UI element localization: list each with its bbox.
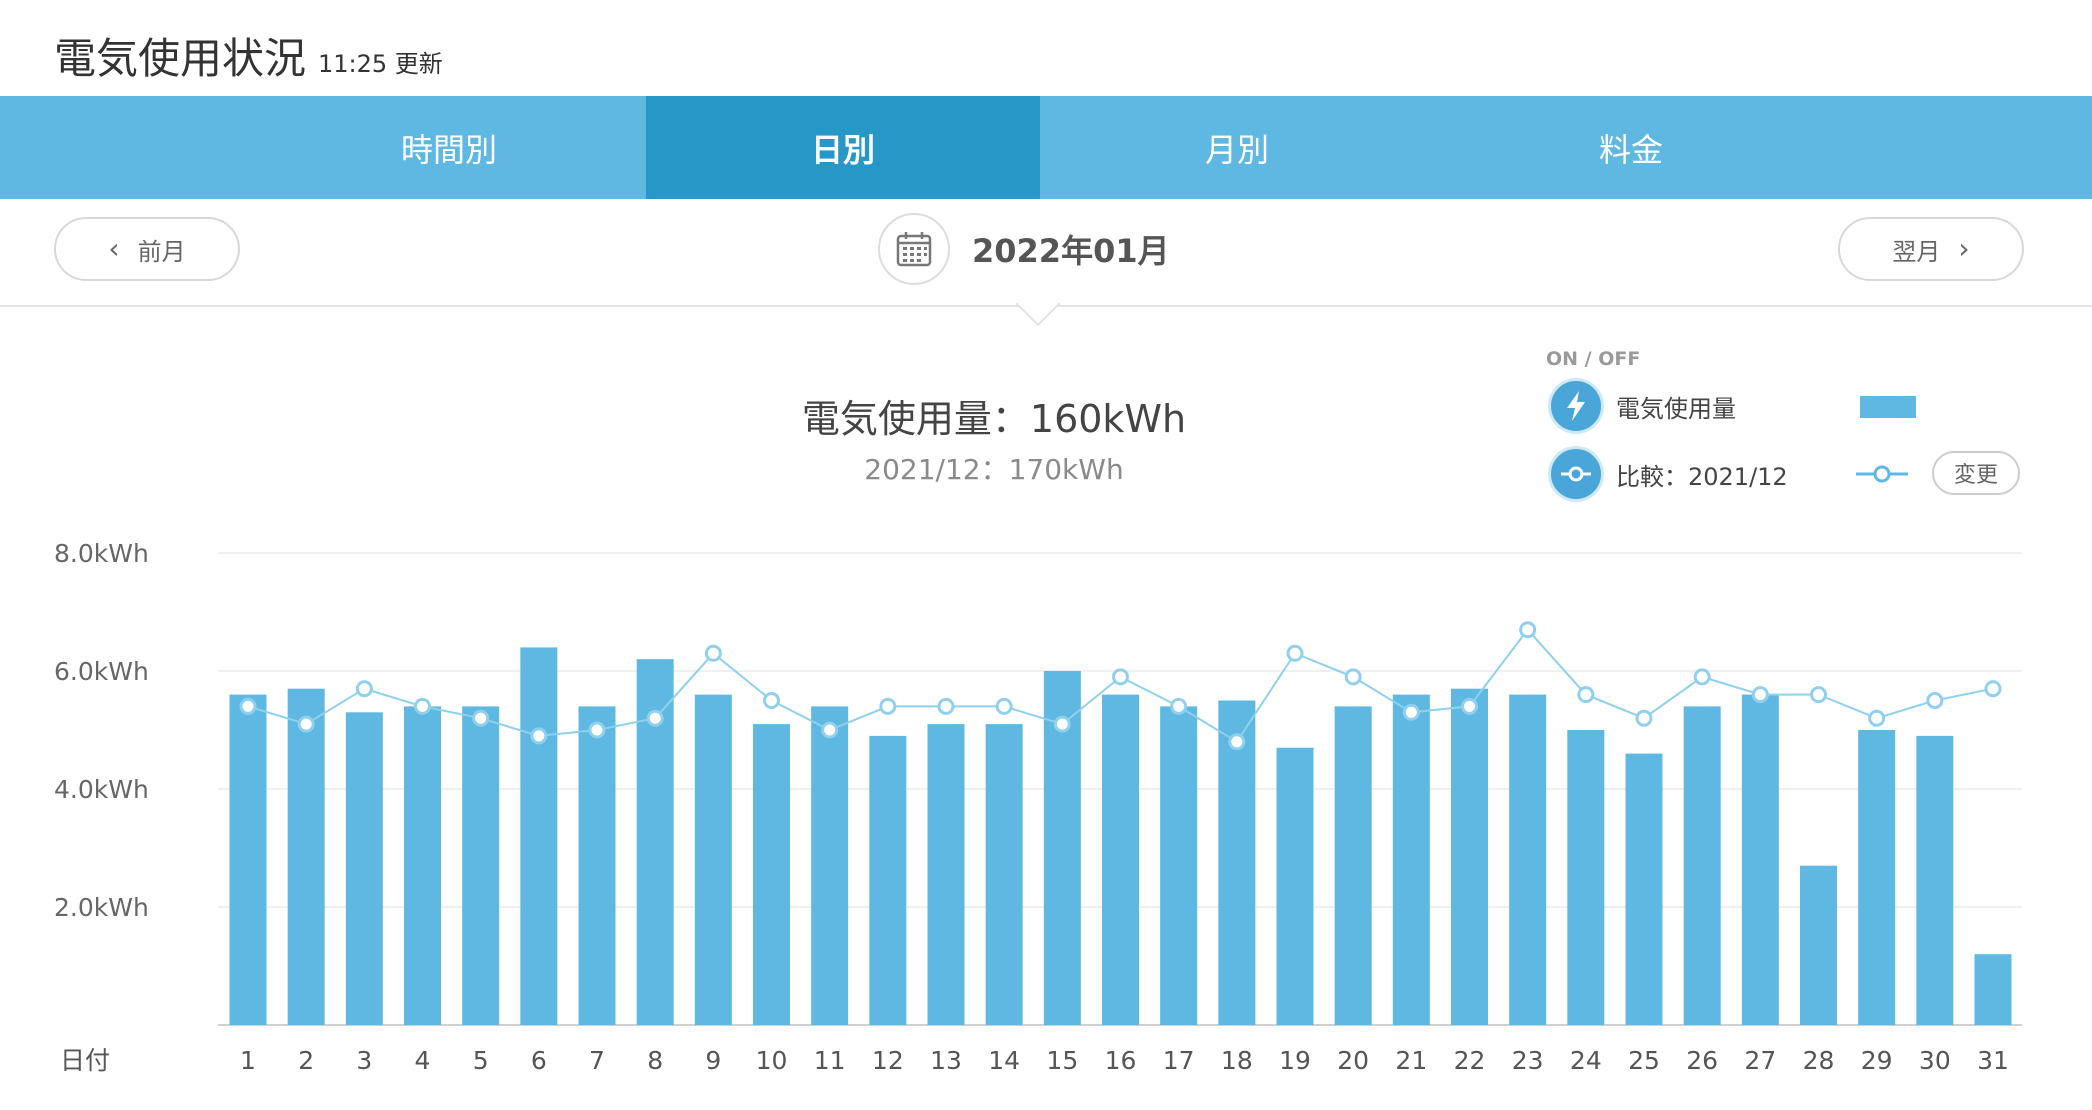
comparison-point	[763, 692, 780, 709]
usage-bar	[1392, 694, 1430, 1025]
comparison-point	[414, 697, 431, 715]
x-tick-label: 23	[1512, 1046, 1544, 1075]
x-tick-label: 13	[930, 1046, 962, 1075]
comparison-point	[588, 721, 606, 739]
usage-bar	[1916, 735, 1954, 1025]
y-tick-label: 4.0kWh	[54, 775, 149, 804]
usage-bar	[1102, 694, 1139, 1025]
comparison-point	[1402, 703, 1420, 721]
usage-bar	[462, 706, 500, 1025]
x-tick-label: 15	[1046, 1046, 1078, 1075]
usage-bar	[753, 724, 790, 1025]
usage-bar	[1276, 747, 1314, 1025]
x-tick-label: 17	[1163, 1046, 1195, 1075]
usage-bar	[869, 735, 907, 1025]
x-tick-label: 20	[1337, 1046, 1369, 1075]
comparison-point	[704, 644, 722, 662]
x-tick-label: 26	[1686, 1046, 1718, 1075]
usage-bar	[811, 706, 849, 1025]
x-tick-label: 18	[1221, 1046, 1253, 1075]
comparison-point	[1461, 697, 1478, 715]
usage-bar	[1800, 865, 1837, 1025]
y-tick-label: 8.0kWh	[54, 539, 149, 568]
comparison-point	[472, 709, 490, 727]
comparison-point	[297, 715, 315, 733]
x-axis-label: 日付	[60, 1046, 110, 1075]
comparison-point	[1693, 668, 1711, 686]
comparison-point	[1868, 709, 1886, 727]
x-tick-label: 11	[814, 1046, 846, 1075]
comparison-point	[937, 697, 955, 715]
comparison-point	[821, 721, 839, 739]
usage-bar	[1451, 688, 1488, 1025]
usage-bar	[985, 724, 1023, 1025]
comparison-point	[355, 680, 373, 698]
usage-bar	[578, 706, 616, 1025]
usage-bar	[1683, 706, 1721, 1025]
usage-bar	[1160, 706, 1198, 1025]
comparison-point	[646, 709, 664, 727]
usage-bar	[694, 694, 732, 1025]
y-tick-label: 6.0kWh	[54, 657, 149, 686]
comparison-point	[1286, 644, 1304, 662]
usage-bar	[345, 712, 383, 1025]
comparison-point	[1635, 709, 1653, 727]
x-tick-label: 1	[240, 1046, 256, 1075]
comparison-point	[879, 697, 897, 715]
usage-bar	[927, 724, 965, 1025]
usage-bar	[520, 647, 558, 1025]
x-tick-label: 16	[1105, 1046, 1137, 1075]
x-tick-label: 7	[589, 1046, 605, 1075]
x-tick-label: 9	[705, 1046, 721, 1075]
comparison-point	[1751, 686, 1769, 704]
comparison-point	[530, 727, 548, 745]
usage-bar	[287, 688, 325, 1025]
x-tick-label: 25	[1628, 1046, 1660, 1075]
comparison-point	[1926, 692, 1944, 709]
x-tick-label: 4	[415, 1046, 431, 1075]
x-tick-label: 3	[356, 1046, 372, 1075]
comparison-point	[1228, 733, 1246, 751]
x-tick-label: 14	[988, 1046, 1020, 1075]
usage-bar	[1334, 706, 1372, 1025]
x-tick-label: 10	[756, 1046, 788, 1075]
x-tick-label: 31	[1977, 1046, 2009, 1075]
usage-bar	[1509, 694, 1547, 1025]
x-tick-label: 24	[1570, 1046, 1602, 1075]
comparison-point	[1112, 668, 1129, 686]
y-tick-label: 2.0kWh	[54, 893, 149, 922]
x-tick-label: 12	[872, 1046, 904, 1075]
comparison-point	[1984, 680, 2002, 698]
comparison-point	[1519, 621, 1537, 639]
comparison-point	[1170, 697, 1188, 715]
comparison-point	[1344, 668, 1362, 686]
x-tick-label: 29	[1861, 1046, 1893, 1075]
usage-bar	[1741, 694, 1779, 1025]
usage-bar	[1625, 753, 1663, 1025]
x-tick-label: 30	[1919, 1046, 1951, 1075]
x-tick-label: 27	[1744, 1046, 1776, 1075]
comparison-point	[995, 697, 1013, 715]
x-tick-label: 19	[1279, 1046, 1311, 1075]
comparison-point	[1053, 715, 1071, 733]
x-tick-label: 5	[473, 1046, 489, 1075]
comparison-point	[239, 697, 257, 715]
comparison-point	[1810, 686, 1827, 704]
x-tick-label: 21	[1395, 1046, 1427, 1075]
x-tick-label: 28	[1803, 1046, 1835, 1075]
usage-bar	[1974, 954, 2012, 1025]
x-tick-label: 6	[531, 1046, 547, 1075]
x-tick-label: 8	[647, 1046, 663, 1075]
comparison-point	[1577, 686, 1595, 704]
x-tick-label: 2	[298, 1046, 314, 1075]
usage-bar	[1567, 730, 1605, 1025]
usage-bar	[404, 706, 441, 1025]
usage-bar	[1858, 730, 1896, 1025]
usage-bar	[229, 694, 267, 1025]
usage-chart: 8.0kWh6.0kWh4.0kWh2.0kWh日付 1 2 3 4 5 6 7 8 9 10 11 1…	[54, 539, 2022, 1075]
x-tick-label: 22	[1454, 1046, 1486, 1075]
